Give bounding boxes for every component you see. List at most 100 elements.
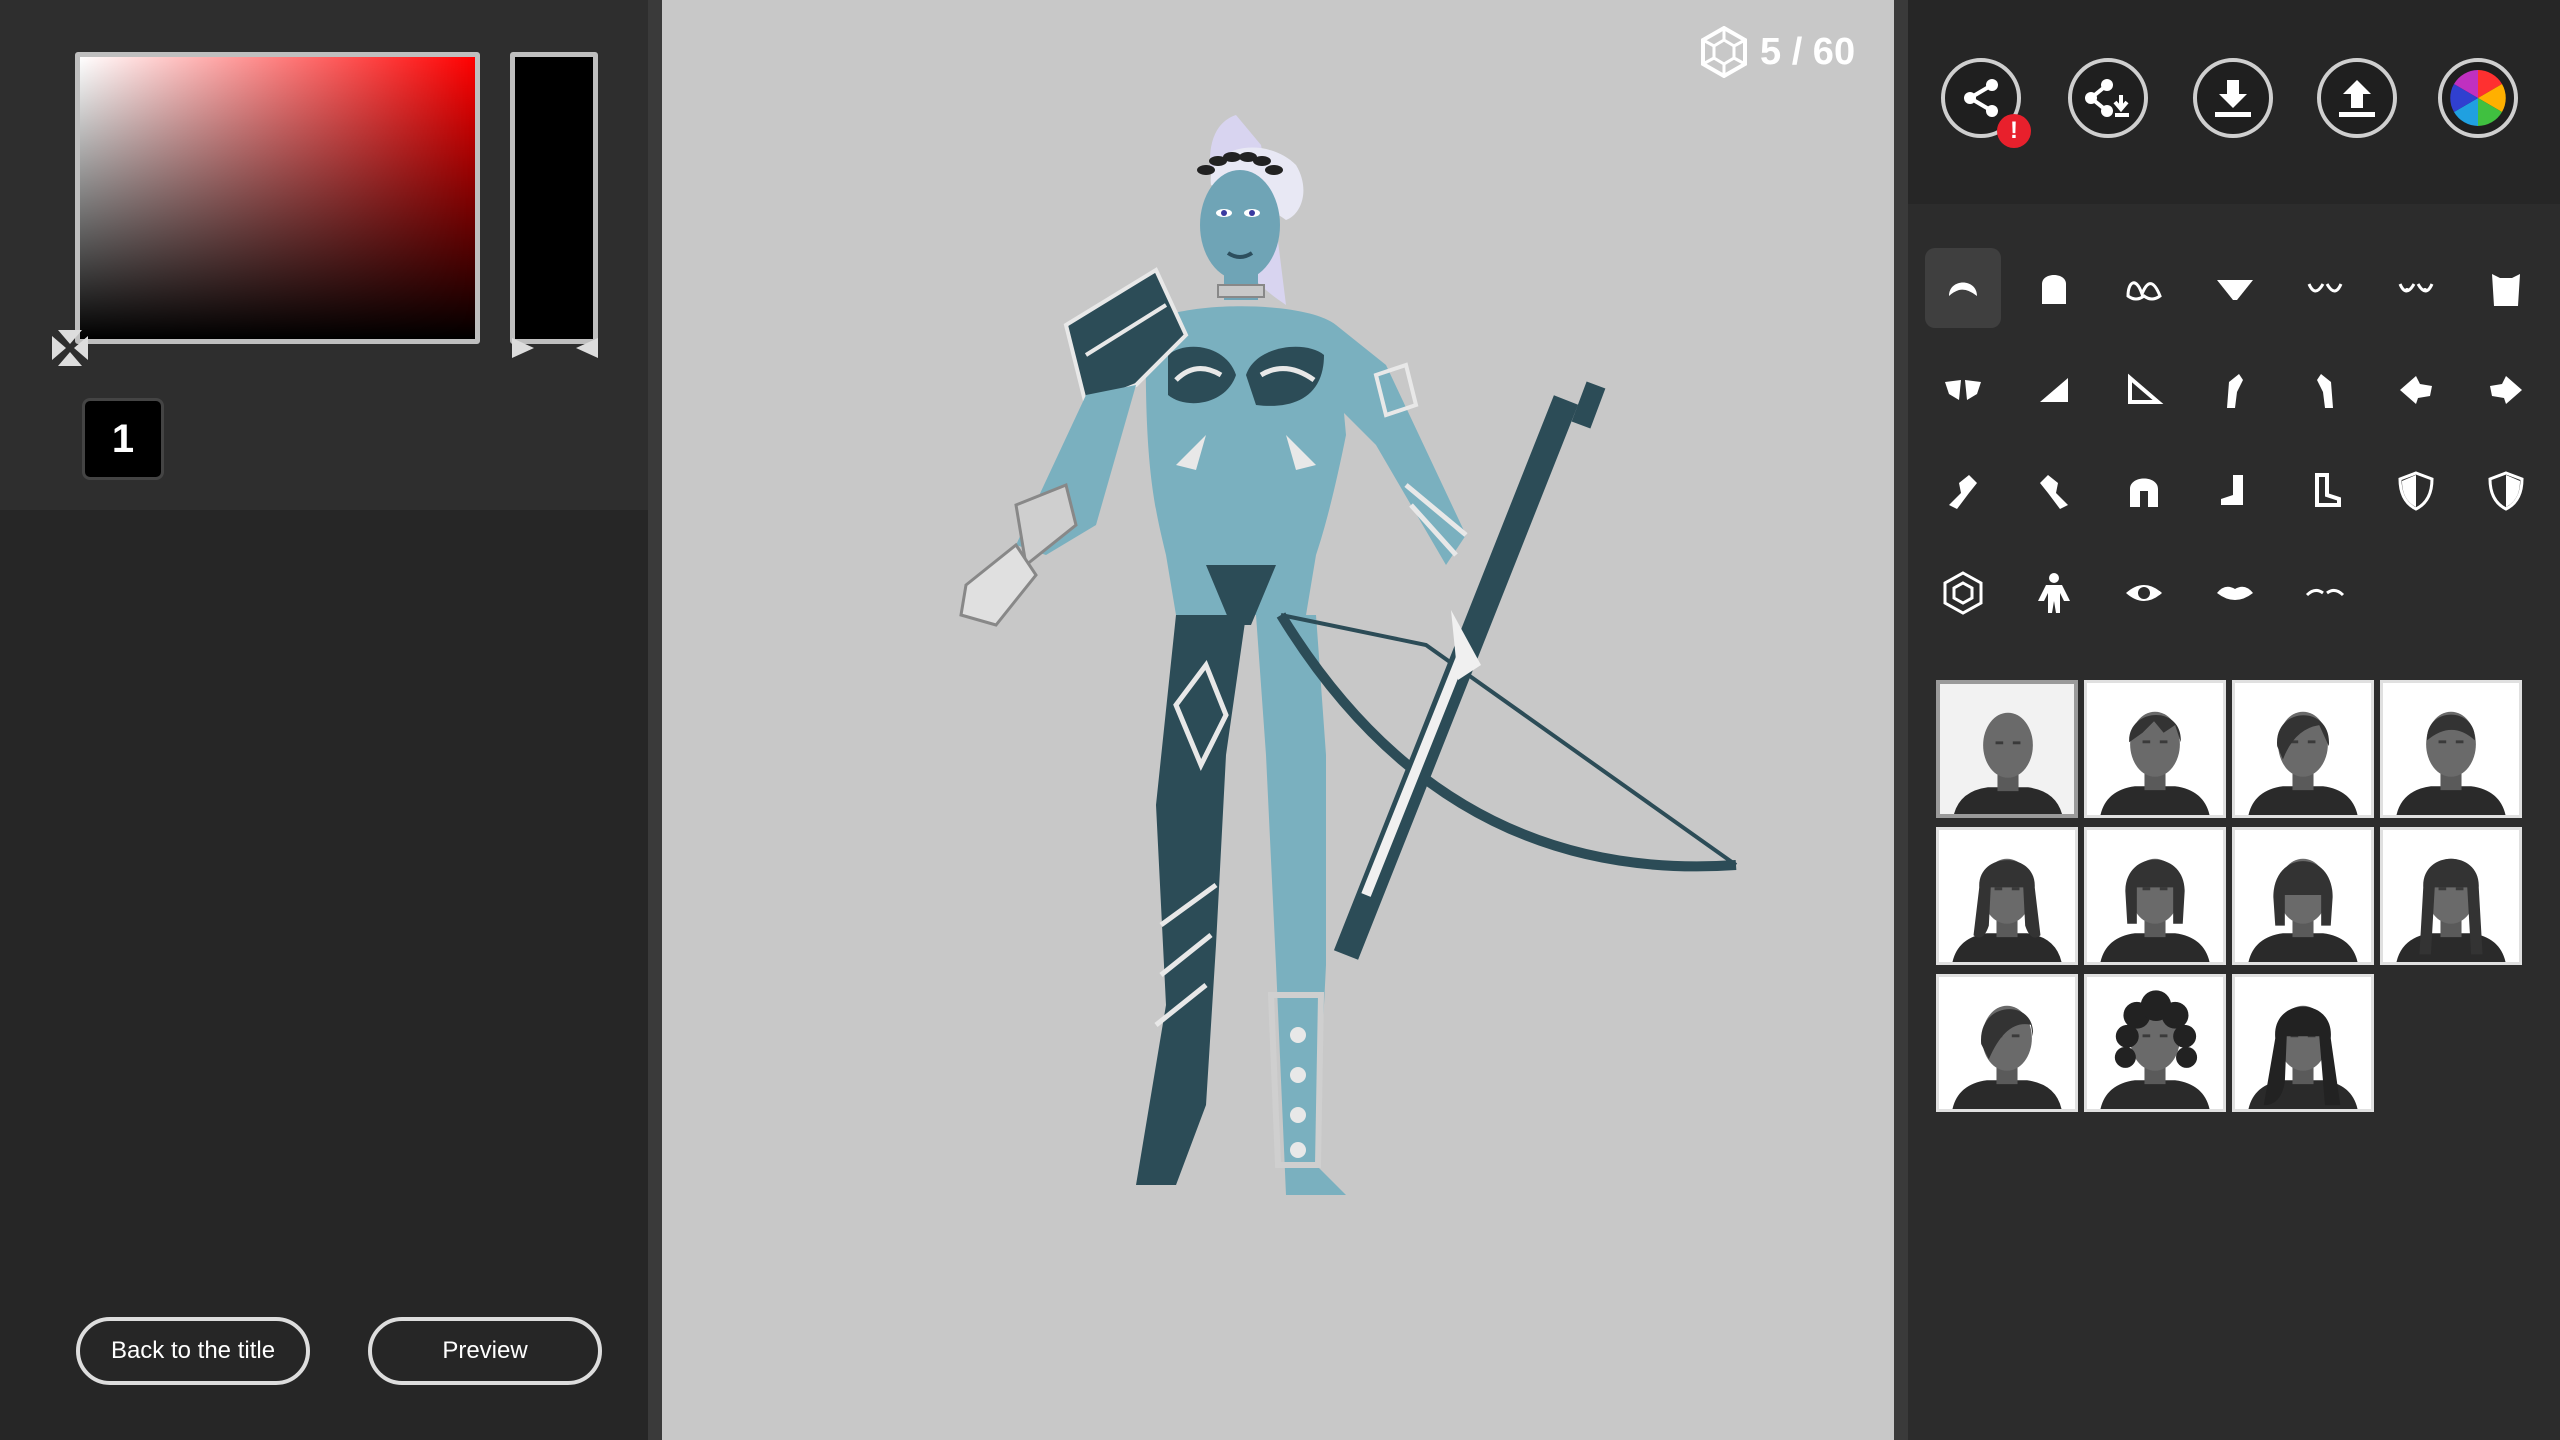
category-eye[interactable] [2106, 553, 2182, 633]
category-hand-left[interactable] [2378, 350, 2454, 430]
category-gauntlet-left[interactable] [1925, 451, 2001, 531]
hair-preview-curly-afro [2100, 990, 2210, 1109]
category-shoulder-pads[interactable] [1925, 350, 2001, 430]
hue-slider[interactable] [510, 52, 598, 344]
hair-thumb-curly-afro[interactable] [2084, 974, 2226, 1112]
category-shield-right[interactable] [2468, 451, 2544, 531]
share-icon [1964, 79, 1998, 117]
download-icon [2215, 80, 2251, 117]
hair-preview-long-wavy [2248, 1005, 2358, 1109]
category-boot-right[interactable] [2197, 451, 2273, 531]
hand-right-icon [2490, 375, 2522, 404]
head-icon [2041, 275, 2066, 304]
boot-left-icon [2315, 473, 2341, 508]
hair-preview-slicked-back [2396, 711, 2506, 815]
left-empty-panel [0, 510, 648, 1440]
category-hair[interactable] [1925, 248, 2001, 328]
share-button[interactable]: ! [1941, 58, 2031, 148]
parts-counter: 5 / 60 [1700, 26, 1855, 78]
leg-armor-right [1136, 615, 1246, 1185]
category-torso[interactable] [2468, 248, 2544, 328]
share-download-icon [2085, 79, 2129, 117]
hair-thumb-long-wavy[interactable] [2232, 974, 2374, 1112]
category-hand-right[interactable] [2468, 350, 2544, 430]
body-icon [2037, 573, 2070, 614]
hue-slider-handle-icon[interactable] [508, 334, 602, 362]
alert-badge: ! [1997, 114, 2031, 148]
helmet-icon [2130, 478, 2158, 508]
lips-icon [2216, 586, 2253, 601]
chest-small-icon [2307, 283, 2343, 293]
upload-button[interactable] [2317, 58, 2397, 138]
preview-button[interactable]: Preview [368, 1317, 602, 1385]
category-bra[interactable] [2106, 248, 2182, 328]
arm-right-icon [2317, 373, 2333, 408]
hair-preview-bangs-bob [2248, 858, 2358, 962]
crossbow [1276, 381, 1738, 960]
saturation-value-picker[interactable] [75, 52, 480, 344]
category-arm-right[interactable] [2287, 350, 2363, 430]
hair-preview-side-part-short [1952, 1005, 2062, 1109]
sv-cursor-icon[interactable] [52, 330, 88, 366]
arm-left-icon [2226, 373, 2243, 408]
category-body[interactable] [2016, 553, 2092, 633]
parts-counter-text: 5 / 60 [1760, 30, 1856, 73]
download-button[interactable] [2193, 58, 2273, 138]
panties-icon [2216, 280, 2253, 300]
category-lips[interactable] [2197, 553, 2273, 633]
hair-preview-bob [2100, 858, 2210, 962]
hair-preview-long-braided [2396, 858, 2506, 962]
gauntlet-left-icon [1949, 475, 1977, 510]
shoulder-pads-icon [1945, 379, 1981, 400]
category-eyebrows[interactable] [2287, 553, 2363, 633]
category-head[interactable] [2016, 248, 2092, 328]
hair-thumb-side-part-short[interactable] [1936, 974, 2078, 1112]
eyebrows-icon [2305, 589, 2345, 597]
boot-right-icon [2220, 475, 2243, 506]
category-helmet[interactable] [2106, 451, 2182, 531]
category-boot-left[interactable] [2287, 451, 2363, 531]
category-chest-nipples[interactable] [2378, 248, 2454, 328]
right-divider [1894, 0, 1908, 1440]
hand-left-icon [2399, 375, 2432, 404]
color-wheel-icon [2450, 70, 2506, 126]
category-armor-right[interactable] [2106, 350, 2182, 430]
shield-left-icon [2397, 471, 2434, 512]
category-panties[interactable] [2197, 248, 2273, 328]
armor-left-icon [2039, 377, 2068, 402]
category-parts[interactable] [1925, 553, 2001, 633]
hair-thumb-bob[interactable] [2084, 827, 2226, 965]
hair-thumb-bangs-bob[interactable] [2232, 827, 2374, 965]
upload-icon [2339, 80, 2375, 117]
color-slot-number[interactable]: 1 [82, 398, 164, 480]
hair-thumb-side-swept[interactable] [2232, 680, 2374, 818]
category-gauntlet-right[interactable] [2016, 451, 2092, 531]
hair-thumb-slicked-back[interactable] [2380, 680, 2522, 818]
hair-preview-short-messy [2100, 711, 2210, 815]
armor-right-icon [2128, 373, 2164, 404]
hair-icon [1949, 282, 1977, 296]
hair-thumb-long-braided[interactable] [2380, 827, 2522, 965]
hair-thumb-bald[interactable] [1936, 680, 2078, 818]
share-download-button[interactable] [2068, 58, 2148, 138]
hair-preview-wavy-medium [1952, 858, 2062, 962]
hair-preview-side-swept [2248, 711, 2358, 815]
category-arm-left[interactable] [2197, 350, 2273, 430]
head [1200, 170, 1280, 280]
character-model[interactable] [906, 105, 1776, 1315]
gauntlet-right-icon [2039, 475, 2068, 510]
category-armor-left[interactable] [2016, 350, 2092, 430]
hair-thumb-short-messy[interactable] [2084, 680, 2226, 818]
color-wheel-button[interactable] [2438, 58, 2518, 138]
category-chest-small[interactable] [2287, 248, 2363, 328]
left-divider [648, 0, 662, 1440]
chest-nipples-icon [2398, 283, 2433, 293]
category-shield-left[interactable] [2378, 451, 2454, 531]
hair-thumb-wavy-medium[interactable] [1936, 827, 2078, 965]
bra-icon [2126, 281, 2162, 301]
eye-icon [2126, 585, 2162, 602]
torso-icon [2492, 274, 2520, 306]
hexagon-parts-icon [1701, 26, 1747, 78]
back-to-title-button[interactable]: Back to the title [76, 1317, 310, 1385]
shield-right-icon [2488, 471, 2524, 512]
